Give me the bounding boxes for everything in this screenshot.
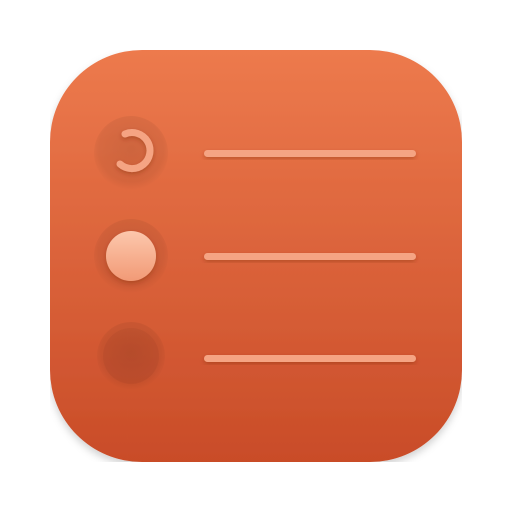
empty-circle-inner: [103, 328, 159, 384]
filled-circle-icon: [106, 231, 156, 281]
task-line-2: [204, 253, 416, 260]
task-list-icon[interactable]: [50, 50, 462, 462]
icon-canvas: [0, 0, 512, 512]
task-line-1: [204, 150, 416, 157]
row-1-well: [94, 116, 168, 190]
task-line-3: [204, 355, 416, 362]
